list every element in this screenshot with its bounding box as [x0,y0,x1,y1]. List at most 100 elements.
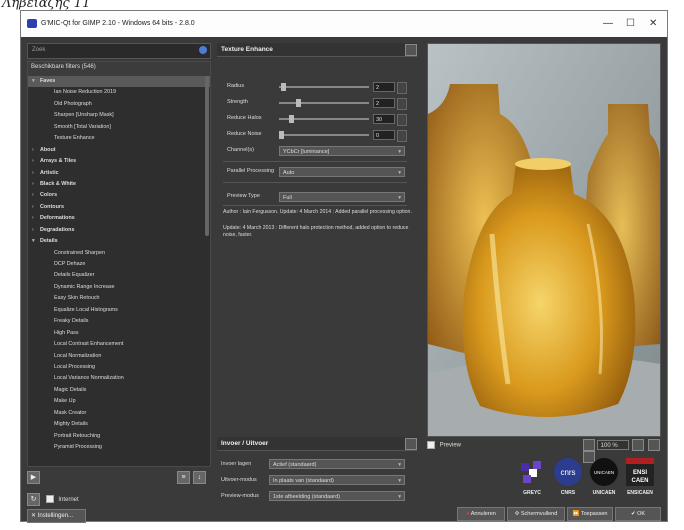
fullscreen-button[interactable]: ✣ Schermvullend [507,507,565,521]
filter-item[interactable]: Dynamic Range Increase [28,282,210,293]
filter-item[interactable]: Magic Details [28,385,210,396]
filter-item[interactable]: Details Equalizer [28,270,210,281]
chevron-right-icon[interactable]: › [32,213,40,224]
refresh-icon[interactable]: ↻ [27,493,40,506]
filter-category[interactable]: › Deformations [28,213,210,224]
filter-label: Freaky Details [54,318,89,325]
param-value[interactable]: 2 [373,82,395,92]
filter-item[interactable]: DCP Dehaze [28,259,210,270]
io-select[interactable]: In plaats van (standaard) ▾ [269,475,405,485]
filter-item[interactable]: Equalize Local Histograms [28,305,210,316]
filter-category[interactable]: › About [28,145,210,156]
zoom-out-icon[interactable] [632,439,645,451]
filter-category[interactable]: › Colors [28,190,210,201]
filter-label: Make Up [54,398,76,405]
filter-item[interactable]: Easy Skin Retouch [28,293,210,304]
param-spinner[interactable] [397,114,407,126]
zoom-value[interactable]: 100 % [596,440,629,450]
filter-category[interactable]: › Artistic [28,168,210,179]
filter-category[interactable]: ▾ Faves [28,76,210,88]
filter-item[interactable]: Constrained Sharpen [28,248,210,259]
cnrs-label: CNRS [560,490,576,496]
param-slider[interactable] [279,131,369,139]
chevron-down-icon[interactable]: ▾ [32,236,40,247]
filter-item[interactable]: Ian Noise Reduction 2019 [28,87,210,98]
filter-label: About [40,146,56,153]
filter-item[interactable]: Local Variance Normalization [28,373,210,384]
chevron-right-icon[interactable]: › [32,179,40,190]
filter-scrollbar[interactable] [205,76,209,236]
filter-label: Mask Creator [54,409,87,416]
apply-button[interactable]: ⏩ Toepassen [567,507,613,521]
param-value[interactable]: 0 [373,130,395,140]
param-spinner[interactable] [397,98,407,110]
chevron-right-icon[interactable]: › [32,145,40,156]
zoom-fit-icon[interactable] [583,439,595,451]
param-value[interactable]: 2 [373,98,395,108]
slider-handle[interactable] [279,131,284,139]
filter-item[interactable]: Sharpen [Unsharp Mask] [28,110,210,121]
search-field[interactable]: Zoek [27,43,211,59]
filter-item[interactable]: Freaky Details [28,316,210,327]
reset-params-icon[interactable] [405,44,417,56]
settings-button[interactable]: ✕ Instellingen... [27,509,86,523]
add-fave-button[interactable]: ▶ [27,471,40,484]
filter-label: Ian Noise Reduction 2019 [54,89,117,96]
chevron-down-icon[interactable]: ▾ [32,76,40,87]
filter-item[interactable]: Mask Creator [28,408,210,419]
filter-category[interactable]: › Black & White [28,179,210,190]
filter-item[interactable]: Pyramid Processing [28,442,210,453]
filter-item[interactable]: Texture Enhance [28,133,210,144]
param-value[interactable]: 30 [373,114,395,124]
filter-item[interactable]: Mighty Details [28,419,210,430]
slider-handle[interactable] [289,115,295,123]
chevron-right-icon[interactable]: › [32,225,40,236]
chevron-right-icon[interactable]: › [32,190,40,201]
preview-image[interactable] [427,43,661,437]
chevron-right-icon[interactable]: › [32,156,40,167]
minimize-button[interactable]: — [603,18,613,29]
io-select[interactable]: 1ste afbeelding (standaard) ▾ [269,491,405,501]
slider-handle[interactable] [296,99,301,107]
download-icon[interactable]: ↓ [193,471,206,484]
filter-item[interactable]: High Pass [28,328,210,339]
parallel-select[interactable]: Auto ▾ [279,167,405,177]
filter-label: Dynamic Range Increase [54,283,115,290]
param-spinner[interactable] [397,82,407,94]
cancel-button[interactable]: ● Annuleren [457,507,505,521]
param-spinner[interactable] [397,130,407,142]
list-view-icon[interactable]: ≡ [177,471,190,484]
close-button[interactable]: ✕ [649,18,657,29]
chevron-right-icon[interactable]: › [32,168,40,179]
filter-category[interactable]: › Arrays & Tiles [28,156,210,167]
filter-browser: Zoek Beschikbare filters (546) ▾ Faves Ian… [27,43,211,523]
internet-option[interactable]: ↻ Internet [27,493,79,506]
ok-button[interactable]: ✔ OK [615,507,661,521]
param-slider[interactable] [279,99,369,107]
internet-checkbox[interactable] [45,495,54,504]
maximize-button[interactable]: ☐ [626,18,635,29]
filter-item[interactable]: Local Normalization [28,351,210,362]
zoom-in-icon[interactable] [648,439,661,451]
filter-item[interactable]: Old Photograph [28,99,210,110]
filter-item[interactable]: Local Processing [28,362,210,373]
param-slider[interactable] [279,115,369,123]
preview-option[interactable]: Preview [427,441,461,449]
filter-label: Contours [40,203,64,210]
filter-category[interactable]: › Contours [28,202,210,213]
preview-type-select[interactable]: Full ▾ [279,192,405,202]
filter-item[interactable]: Portrait Retouching [28,431,210,442]
filter-item[interactable]: Local Contrast Enhancement [28,339,210,350]
filter-item[interactable]: Make Up [28,396,210,407]
io-select[interactable]: Actief (standaard) ▾ [269,459,405,469]
param-slider[interactable] [279,83,369,91]
preview-checkbox[interactable] [427,441,435,449]
filter-item[interactable]: Smooth [Total Variation] [28,122,210,133]
filter-category[interactable]: › Degradations [28,225,210,236]
channels-select[interactable]: YCbCr [luminance] ▾ [279,146,405,156]
search-icon[interactable] [199,46,207,54]
filter-category[interactable]: ▾ Details [28,236,210,247]
chevron-right-icon[interactable]: › [32,202,40,213]
slider-handle[interactable] [280,83,286,91]
io-reset-icon[interactable] [405,438,417,450]
